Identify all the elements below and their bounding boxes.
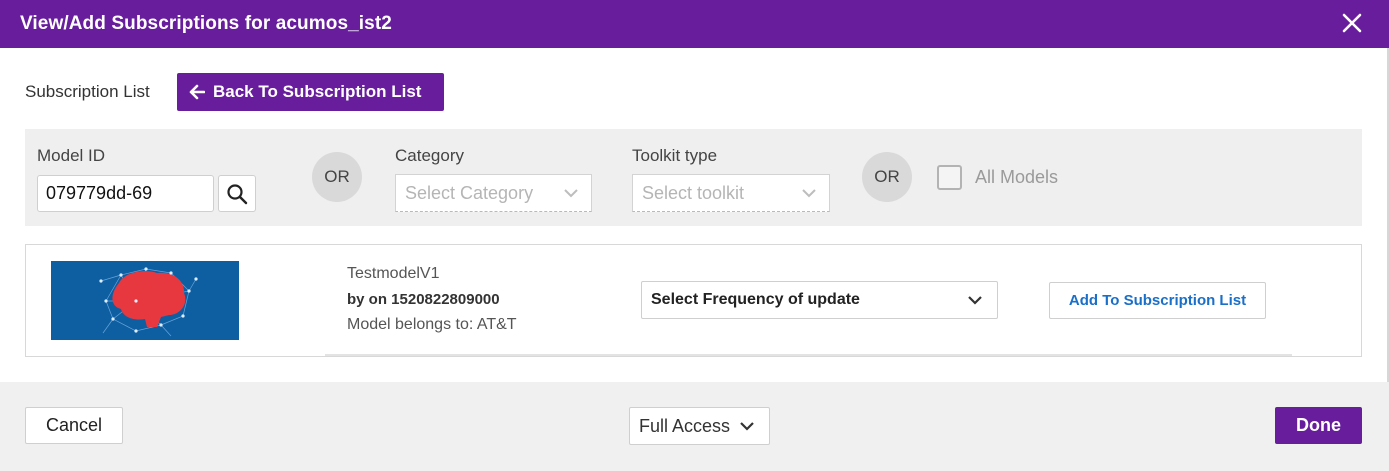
divider — [612, 354, 1292, 356]
brain-network-icon — [51, 261, 239, 340]
chevron-down-icon — [802, 189, 816, 198]
category-label: Category — [395, 146, 464, 165]
all-models-label: All Models — [975, 167, 1059, 187]
back-button-label: Back To Subscription List — [213, 82, 422, 101]
cancel-button[interactable]: Cancel — [25, 407, 123, 444]
done-button[interactable]: Done — [1275, 407, 1362, 444]
chevron-down-icon — [968, 296, 982, 305]
model-name: TestmodelV1 — [347, 265, 440, 282]
chevron-down-icon — [740, 422, 754, 431]
add-to-subscription-list-button[interactable]: Add To Subscription List — [1049, 282, 1266, 319]
category-placeholder: Select Category — [405, 182, 534, 203]
frequency-placeholder: Select Frequency of update — [651, 291, 860, 308]
toolkit-label: Toolkit type — [632, 146, 718, 165]
frequency-select[interactable]: Select Frequency of update — [641, 281, 998, 319]
divider — [325, 354, 612, 356]
close-icon[interactable] — [1339, 10, 1365, 36]
category-select[interactable]: Select Category — [395, 174, 592, 212]
model-image[interactable] — [51, 261, 239, 340]
dialog-title: View/Add Subscriptions for acumos_ist2 — [20, 13, 392, 34]
model-id-input[interactable] — [37, 175, 214, 212]
access-select[interactable]: Full Access — [629, 407, 770, 445]
model-by-line: by on 1520822809000 — [347, 291, 500, 308]
access-value: Full Access — [639, 415, 731, 436]
toolkit-select[interactable]: Select toolkit — [632, 174, 830, 212]
toolkit-placeholder: Select toolkit — [642, 182, 745, 203]
search-icon — [227, 183, 248, 204]
chevron-down-icon — [564, 189, 578, 198]
or-badge: OR — [862, 152, 912, 202]
back-to-subscription-list-button[interactable]: Back To Subscription List — [177, 73, 444, 111]
search-button[interactable] — [218, 175, 256, 212]
model-id-label: Model ID — [37, 146, 106, 165]
arrow-left-icon — [189, 84, 205, 100]
all-models-checkbox[interactable] — [937, 165, 962, 190]
subscription-list-label: Subscription List — [25, 82, 150, 101]
model-owner: Model belongs to: AT&T — [347, 316, 517, 333]
or-badge: OR — [312, 152, 362, 202]
dialog-header: View/Add Subscriptions for acumos_ist2 — [0, 0, 1389, 48]
